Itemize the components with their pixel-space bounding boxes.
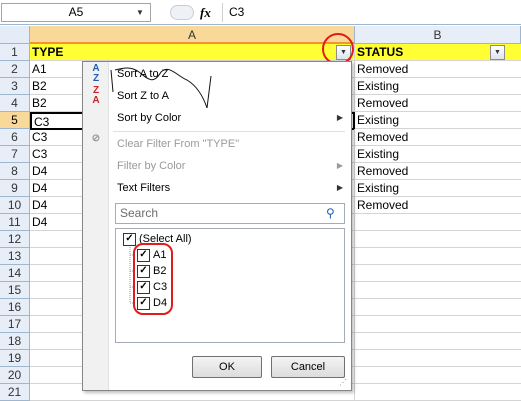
row-header[interactable]: 17 bbox=[0, 316, 30, 333]
filter-values-list[interactable]: ✓ (Select All) ✓ A1 ✓ B2 ✓ C3 ✓ D4 bbox=[115, 228, 345, 343]
row-header[interactable]: 20 bbox=[0, 367, 30, 384]
insert-function-button[interactable]: fx bbox=[200, 4, 218, 21]
annotation-outline bbox=[133, 243, 173, 315]
row-header[interactable]: 16 bbox=[0, 299, 30, 316]
name-box[interactable]: A5 bbox=[1, 3, 151, 22]
table-cell[interactable] bbox=[355, 333, 521, 350]
select-all-corner[interactable] bbox=[0, 26, 30, 44]
row-header[interactable]: 18 bbox=[0, 333, 30, 350]
menu-item-filter-by-color: Filter by Color bbox=[117, 160, 186, 172]
row-header[interactable]: 12 bbox=[0, 231, 30, 248]
table-cell[interactable] bbox=[355, 214, 521, 231]
table-cell[interactable]: Removed bbox=[355, 61, 521, 78]
row-header[interactable]: 4 bbox=[0, 95, 30, 112]
filter-dropdown-icon[interactable]: ▼ bbox=[490, 45, 505, 60]
row-header[interactable]: 21 bbox=[0, 384, 30, 401]
table-cell[interactable] bbox=[355, 367, 521, 384]
table-cell[interactable]: Removed bbox=[355, 163, 521, 180]
search-input[interactable]: Search ⚲ bbox=[115, 203, 345, 224]
table-cell[interactable] bbox=[355, 384, 521, 401]
row-header[interactable]: 19 bbox=[0, 350, 30, 367]
submenu-arrow-icon: ▶ bbox=[336, 113, 343, 122]
row-header[interactable]: 3 bbox=[0, 78, 30, 95]
menu-separator bbox=[113, 131, 345, 132]
cell-a1-header[interactable]: TYPE bbox=[30, 44, 355, 61]
row-header[interactable]: 14 bbox=[0, 265, 30, 282]
table-cell[interactable]: Removed bbox=[355, 129, 521, 146]
row-header[interactable]: 1 bbox=[0, 44, 30, 61]
formula-bar-expand-control[interactable] bbox=[170, 5, 194, 20]
name-box-dropdown-icon[interactable]: ▼ bbox=[130, 3, 150, 22]
ok-button[interactable]: OK bbox=[192, 356, 262, 378]
cancel-button[interactable]: Cancel bbox=[271, 356, 345, 378]
formula-bar: A5 ▼ fx C3 bbox=[0, 0, 521, 25]
formula-input[interactable]: C3 bbox=[222, 3, 521, 22]
hand-drawn-scribble bbox=[110, 67, 212, 109]
search-icon[interactable]: ⚲ bbox=[326, 206, 340, 220]
column-header-a[interactable]: A bbox=[30, 26, 355, 44]
column-header-b[interactable]: B bbox=[355, 26, 521, 44]
row-header[interactable]: 6 bbox=[0, 129, 30, 146]
row-header[interactable]: 8 bbox=[0, 163, 30, 180]
row-header[interactable]: 9 bbox=[0, 180, 30, 197]
table-cell[interactable]: Removed bbox=[355, 95, 521, 112]
table-cell[interactable] bbox=[355, 282, 521, 299]
resize-grip-icon[interactable]: ⋰ bbox=[339, 378, 349, 388]
menu-item-clear-filter: Clear Filter From "TYPE" bbox=[117, 138, 240, 150]
submenu-arrow-icon: ▶ bbox=[336, 183, 343, 192]
table-cell[interactable]: Removed bbox=[355, 197, 521, 214]
row-header[interactable]: 10 bbox=[0, 197, 30, 214]
autofilter-menu: AZ Sort A to Z ZA Sort Z to A Sort by Co… bbox=[82, 61, 352, 391]
table-cell[interactable] bbox=[355, 231, 521, 248]
row-header[interactable]: 11 bbox=[0, 214, 30, 231]
table-cell[interactable]: Existing bbox=[355, 180, 521, 197]
menu-item-text-filters[interactable]: Text Filters bbox=[117, 178, 170, 198]
table-cell[interactable]: Existing bbox=[355, 112, 521, 129]
table-cell[interactable] bbox=[355, 265, 521, 282]
row-header[interactable]: 15 bbox=[0, 282, 30, 299]
submenu-arrow-icon: ▶ bbox=[336, 161, 343, 170]
table-cell[interactable]: Existing bbox=[355, 146, 521, 163]
table-cell[interactable] bbox=[355, 299, 521, 316]
table-cell[interactable] bbox=[355, 248, 521, 265]
checkbox-checked-icon[interactable]: ✓ bbox=[123, 233, 136, 246]
table-cell[interactable]: Existing bbox=[355, 78, 521, 95]
row-header[interactable]: 2 bbox=[0, 61, 30, 78]
table-cell[interactable] bbox=[355, 316, 521, 333]
search-placeholder: Search bbox=[120, 206, 159, 220]
row-header[interactable]: 7 bbox=[0, 146, 30, 163]
row-header[interactable]: 13 bbox=[0, 248, 30, 265]
clear-filter-icon: ⊘ bbox=[91, 133, 101, 144]
table-cell[interactable] bbox=[355, 350, 521, 367]
row-header[interactable]: 5 bbox=[0, 112, 30, 129]
